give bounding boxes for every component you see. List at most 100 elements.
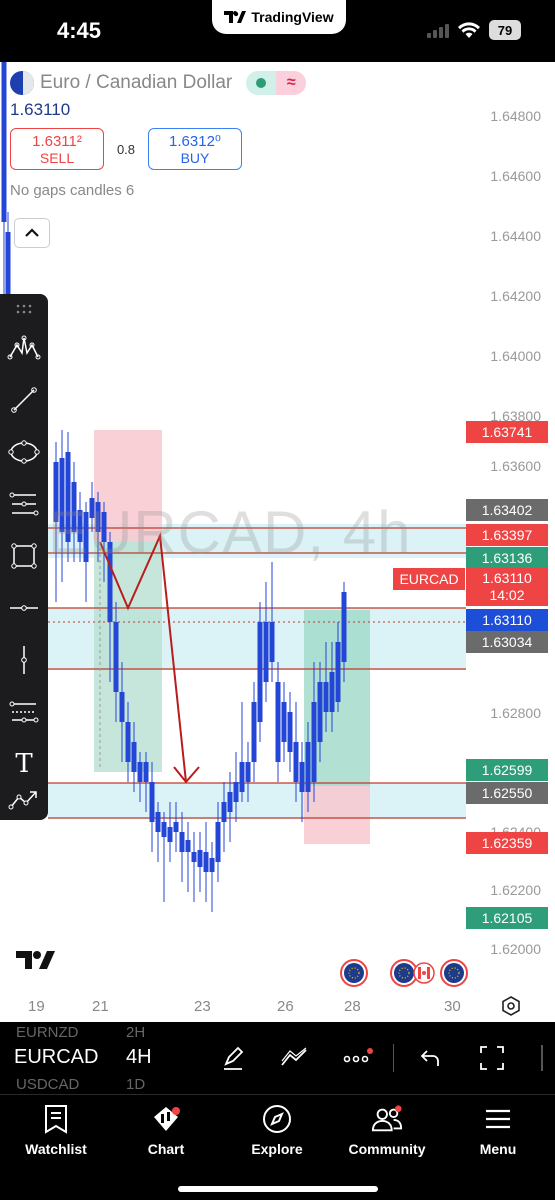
candle-body (281, 702, 287, 742)
candle-body (245, 762, 251, 782)
symbol-bar: EURNZD 2H EURCAD 4H USDCAD 1D (0, 1022, 555, 1094)
current-symbol[interactable]: EURCAD (14, 1046, 98, 1069)
candle-body (209, 858, 215, 872)
vertical-line-icon[interactable] (0, 636, 48, 684)
drag-handle-icon[interactable] (0, 294, 48, 324)
eu-event-icon[interactable] (338, 958, 472, 988)
sell-button[interactable]: 1.6311² SELL (10, 128, 104, 170)
cyan-zone-lower (48, 783, 466, 819)
candle-body (137, 762, 143, 782)
candle-body (239, 762, 245, 792)
candle-body (191, 852, 197, 862)
candle-body (1, 62, 7, 222)
watchlist-icon (45, 1105, 67, 1134)
chart-nav-icon (154, 1107, 180, 1131)
candle-body (335, 642, 341, 702)
time-axis[interactable]: 19 21 23 26 28 30 (0, 992, 555, 1022)
nav-menu-label: Menu (479, 1141, 517, 1157)
prev-timeframe[interactable]: 2H (126, 1024, 145, 1041)
candle-body (161, 822, 167, 837)
ellipse-icon[interactable] (0, 428, 48, 476)
candle-body (131, 742, 137, 772)
prev-symbol[interactable]: EURNZD (16, 1024, 79, 1041)
horizontal-line-icon[interactable] (0, 584, 48, 632)
candle-body (317, 682, 323, 742)
price-label-grey: 1.63034 (466, 631, 548, 653)
time-tick: 30 (444, 998, 461, 1015)
next-timeframe[interactable]: 1D (126, 1076, 145, 1093)
nav-chart[interactable]: Chart (118, 1103, 214, 1163)
hamburger-icon (486, 1109, 510, 1129)
economic-events[interactable] (338, 958, 472, 988)
indicators-icon (281, 1047, 307, 1066)
candle-body (173, 822, 179, 832)
candle-body (215, 822, 221, 862)
candle-body (149, 782, 155, 822)
price-tick: 1.62000 (490, 941, 541, 957)
drawing-tool-button[interactable] (216, 1040, 252, 1076)
pattern-icon[interactable] (0, 324, 48, 372)
nav-chart-label: Chart (147, 1141, 185, 1157)
tradingview-chart-logo (16, 950, 56, 975)
nav-explore[interactable]: Explore (229, 1103, 325, 1163)
undo-icon (420, 1050, 439, 1066)
nav-community[interactable]: Community (339, 1103, 435, 1163)
last-price-value: 1.63110 (482, 570, 532, 586)
chart-settings-icon[interactable] (500, 995, 522, 1017)
candle-body (299, 762, 305, 792)
price-label-grey: 1.62550 (466, 782, 548, 804)
more-dots-icon (343, 1048, 373, 1063)
symbol-header: Euro / Canadian Dollar ≈ 1.63110 1.6311²… (10, 70, 307, 199)
channel-icon[interactable] (0, 688, 48, 736)
trendline-icon[interactable] (0, 376, 48, 424)
candle-countdown: 14:02 (489, 587, 525, 603)
indicator-legend[interactable]: No gaps candles 6 (10, 182, 306, 199)
drawing-toolbar: T (0, 294, 48, 820)
market-status[interactable]: ≈ (246, 71, 307, 95)
data-delay-icon: ≈ (276, 71, 307, 95)
fullscreen-icon (480, 1046, 504, 1070)
fullscreen-button[interactable] (474, 1040, 510, 1076)
chevron-up-icon (25, 228, 39, 237)
more-button[interactable] (340, 1040, 376, 1076)
fib-icon[interactable] (0, 480, 48, 528)
price-tick: 1.64800 (490, 108, 541, 124)
chart-area[interactable]: EURCAD, 4h Euro / Canadian Dollar ≈ 1.63… (0, 62, 555, 1022)
price-label-green: 1.62105 (466, 907, 548, 929)
sell-label: SELL (39, 149, 75, 166)
buy-button[interactable]: 1.6312⁰ BUY (148, 128, 242, 170)
market-open-icon (256, 78, 267, 88)
more-right-button[interactable] (532, 1040, 552, 1076)
price-label-blue: 1.63110 (466, 609, 548, 631)
candle-body (221, 802, 227, 822)
candle-body (185, 840, 191, 852)
toolbar-separator (393, 1044, 394, 1072)
nav-explore-label: Explore (251, 1141, 303, 1157)
nav-menu[interactable]: Menu (450, 1103, 546, 1163)
price-label-red: 1.63741 (466, 421, 548, 443)
next-symbol[interactable]: USDCAD (16, 1076, 79, 1093)
indicators-button[interactable] (276, 1040, 312, 1076)
rectangle-icon[interactable] (0, 532, 48, 580)
current-timeframe[interactable]: 4H (126, 1046, 152, 1069)
status-time: 4:45 (57, 18, 102, 43)
time-tick: 26 (277, 998, 294, 1015)
price-tick: 1.64400 (490, 228, 541, 244)
last-price-countdown: 1.63110 14:02 (466, 568, 548, 606)
candle-body (251, 702, 257, 762)
price-tick: 1.62800 (490, 705, 541, 721)
candle-body (329, 672, 335, 712)
undo-button[interactable] (412, 1040, 448, 1076)
nav-watchlist-label: Watchlist (25, 1141, 87, 1157)
nav-watchlist[interactable]: Watchlist (8, 1103, 104, 1163)
path-icon[interactable] (0, 778, 48, 820)
collapse-legend-button[interactable] (14, 218, 50, 248)
app-pill[interactable]: TradingView (212, 0, 346, 34)
candle-body (227, 792, 233, 812)
eu-ca-flag-icon (10, 71, 34, 95)
price-label-green: 1.63136 (466, 547, 548, 569)
home-indicator (178, 1186, 378, 1192)
symbol-name[interactable]: Euro / Canadian Dollar (40, 72, 232, 94)
last-price: 1.63110 (10, 100, 71, 119)
time-tick: 23 (194, 998, 211, 1015)
